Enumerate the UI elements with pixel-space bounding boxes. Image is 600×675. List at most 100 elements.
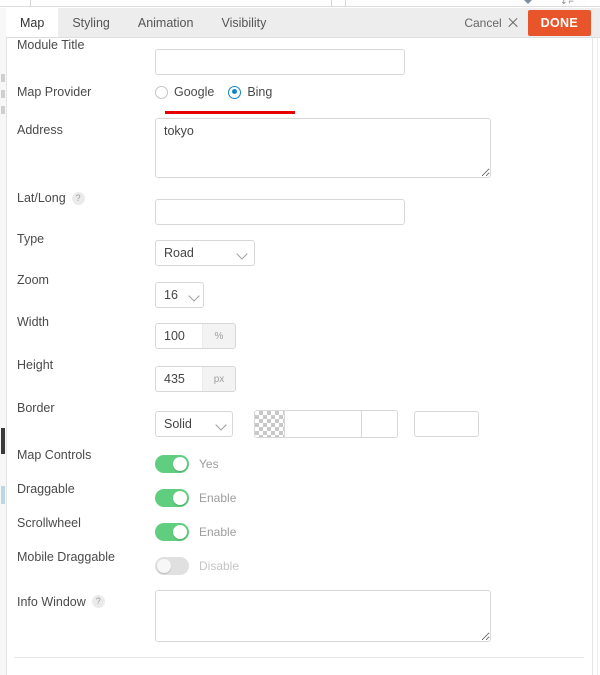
border-style-select[interactable]: Solid [155, 411, 233, 437]
width-control: % [155, 315, 592, 349]
width-unit-label: % [202, 324, 235, 348]
border-color-input[interactable] [285, 411, 362, 437]
map-controls-state-label: Yes [199, 457, 219, 471]
height-field: px [155, 366, 236, 392]
question-mark-icon[interactable]: ? [71, 191, 85, 205]
lat-long-input[interactable] [155, 199, 405, 225]
map-controls-label: Map Controls [7, 448, 155, 462]
border-color-alpha-input[interactable] [361, 411, 398, 437]
tab-styling-label: Styling [72, 15, 110, 30]
tab-styling[interactable]: Styling [58, 8, 124, 37]
border-label: Border [7, 401, 155, 415]
scrollwheel-state-label: Enable [199, 525, 237, 539]
address-textarea[interactable] [155, 118, 491, 178]
panel-left-gutter [0, 8, 7, 675]
done-button[interactable]: DONE [527, 9, 591, 36]
toggle-knob [173, 457, 187, 471]
gutter-mark [1, 486, 5, 504]
cancel-button[interactable]: Cancel [454, 8, 527, 37]
row-module-title: Module Title [7, 38, 592, 85]
height-label-text: Height [17, 358, 54, 372]
zoom-select[interactable]: 16 [155, 282, 204, 308]
gutter-mark [1, 106, 5, 114]
type-control: Road [155, 232, 592, 266]
map-settings-form: Module Title Map Provider Google Bing Ad… [7, 38, 592, 654]
type-select-wrap: Road [155, 240, 255, 266]
radio-option-bing[interactable]: Bing [228, 85, 272, 99]
cancel-label: Cancel [464, 15, 502, 30]
border-style-select-wrap: Solid [155, 411, 233, 437]
map-provider-control: Google Bing [155, 85, 592, 99]
lat-long-label: Lat/Long ? [7, 191, 155, 205]
draggable-toggle[interactable] [155, 489, 189, 507]
map-controls-toggle[interactable] [155, 455, 189, 473]
row-map-provider: Map Provider Google Bing [7, 85, 592, 114]
scrollwheel-label: Scrollwheel [7, 516, 155, 530]
mobile-draggable-label: Mobile Draggable [7, 550, 155, 564]
row-draggable: Draggable Enable [7, 482, 592, 516]
draggable-label: Draggable [7, 482, 155, 496]
row-map-controls: Map Controls Yes [7, 448, 592, 482]
height-control: px [155, 358, 592, 392]
panel-right-edge [592, 30, 593, 675]
tab-animation[interactable]: Animation [124, 8, 208, 37]
height-label: Height [7, 358, 155, 372]
module-title-label-text: Module Title [17, 38, 85, 52]
tab-visibility-label: Visibility [221, 15, 267, 30]
tab-bar-spacer [280, 8, 454, 37]
radio-bing-label: Bing [247, 85, 273, 99]
border-width-input[interactable] [413, 411, 479, 437]
tab-animation-label: Animation [137, 15, 194, 30]
radio-option-google[interactable]: Google [155, 85, 214, 99]
scrollwheel-toggle[interactable] [155, 523, 189, 541]
zoom-control: 16 [155, 273, 592, 308]
parent-window-sliver: ↧⌐ [0, 0, 600, 8]
toggle-knob [173, 525, 187, 539]
tab-visibility[interactable]: Visibility [207, 8, 280, 37]
scrollwheel-control: Enable [155, 516, 592, 541]
lat-long-control [155, 191, 592, 225]
row-address: Address [7, 113, 592, 191]
height-input[interactable] [156, 367, 202, 391]
gutter-mark [1, 74, 5, 82]
row-lat-long: Lat/Long ? [7, 191, 592, 232]
border-control: Solid [155, 401, 592, 438]
width-label-text: Width [17, 315, 49, 329]
row-type: Type Road [7, 232, 592, 273]
question-mark-icon[interactable]: ? [91, 595, 105, 608]
scrollwheel-label-text: Scrollwheel [17, 516, 81, 530]
draggable-label-text: Draggable [17, 482, 75, 496]
row-border: Border Solid [7, 401, 592, 448]
info-window-textarea[interactable] [155, 590, 491, 642]
section-divider [14, 657, 584, 658]
radio-google-label: Google [174, 85, 215, 99]
height-unit-label: px [202, 367, 235, 391]
zoom-label-text: Zoom [17, 273, 49, 287]
address-label-text: Address [17, 123, 63, 137]
scrollbar-track[interactable] [597, 30, 598, 675]
type-select[interactable]: Road [155, 240, 255, 266]
type-label-text: Type [17, 232, 45, 246]
gutter-mark [1, 428, 5, 454]
module-title-input[interactable] [155, 49, 405, 75]
tab-bar: Map Styling Animation Visibility Cancel … [6, 8, 600, 38]
mobile-draggable-toggle[interactable] [155, 557, 189, 575]
width-input[interactable] [156, 324, 202, 348]
type-label: Type [7, 232, 155, 246]
row-info-window: Info Window ? [7, 584, 592, 654]
border-color-picker [254, 410, 399, 438]
caret-down-icon [524, 0, 532, 4]
module-title-control [155, 38, 592, 75]
row-height: Height px [7, 358, 592, 401]
border-label-text: Border [17, 401, 55, 415]
address-control [155, 113, 592, 178]
draggable-state-label: Enable [199, 491, 237, 505]
mobile-draggable-state-label: Disable [199, 559, 240, 573]
close-x-icon [507, 17, 518, 28]
radio-google-icon [155, 85, 168, 99]
tab-map[interactable]: Map [6, 8, 59, 37]
map-provider-radio-group: Google Bing [155, 85, 592, 99]
lat-long-label-text: Lat/Long [17, 191, 66, 205]
map-controls-control: Yes [155, 448, 592, 473]
transparent-checkerboard-swatch-icon[interactable] [255, 411, 286, 437]
